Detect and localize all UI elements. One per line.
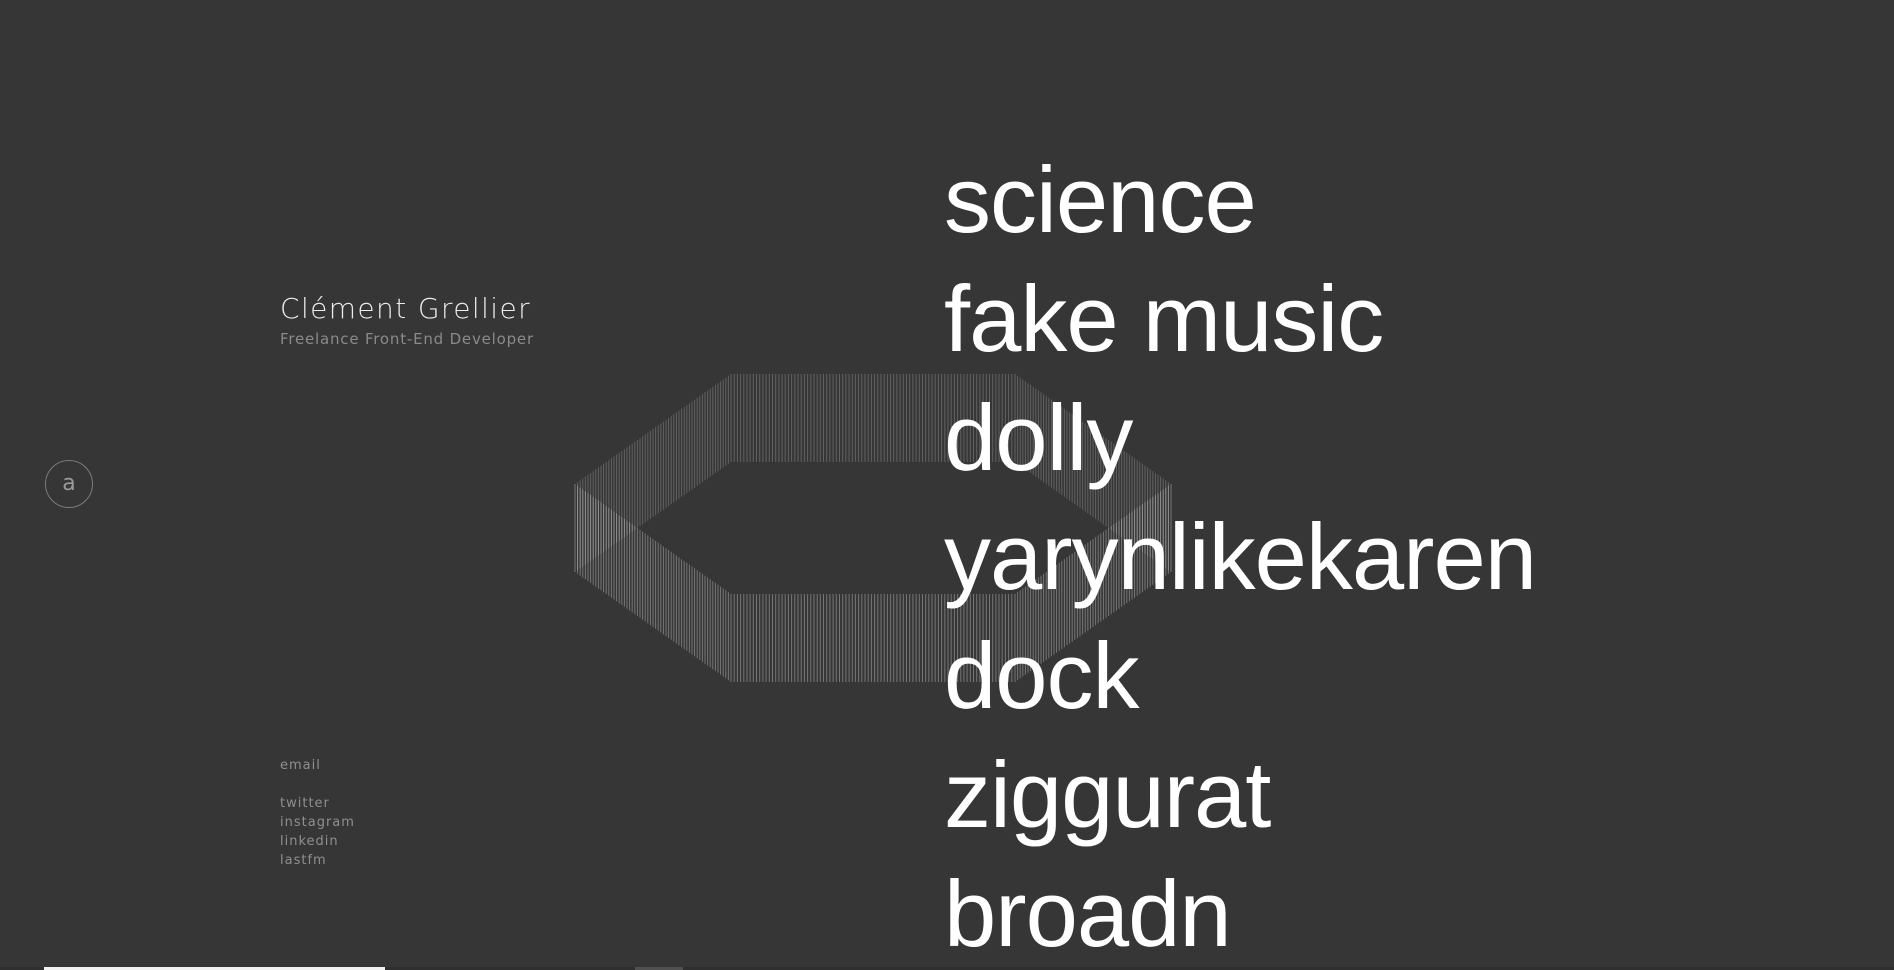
project-fake-music[interactable]: fake music bbox=[944, 259, 1536, 378]
project-science[interactable]: science bbox=[944, 140, 1536, 259]
project-broadn[interactable]: broadn bbox=[944, 854, 1536, 970]
identity: Clément Grellier Freelance Front-End Dev… bbox=[280, 290, 534, 348]
email-link[interactable]: email bbox=[280, 756, 355, 775]
project-yarynlikekaren[interactable]: yarynlikekaren bbox=[944, 497, 1537, 616]
project-list: science fake music dolly yarynlikekaren … bbox=[944, 140, 1537, 970]
author-role: Freelance Front-End Developer bbox=[280, 330, 534, 348]
links-spacer bbox=[280, 775, 355, 794]
author-name[interactable]: Clément Grellier bbox=[280, 290, 534, 328]
contact-links: email twitter instagram linkedin lastfm bbox=[280, 756, 355, 870]
linkedin-link[interactable]: linkedin bbox=[280, 832, 355, 851]
project-dock[interactable]: dock bbox=[944, 616, 1536, 735]
lastfm-link[interactable]: lastfm bbox=[280, 851, 355, 870]
about-button[interactable]: a bbox=[45, 460, 93, 508]
instagram-link[interactable]: instagram bbox=[280, 813, 355, 832]
twitter-link[interactable]: twitter bbox=[280, 794, 355, 813]
project-dolly[interactable]: dolly bbox=[944, 378, 1536, 497]
page: Clément Grellier Freelance Front-End Dev… bbox=[0, 0, 1894, 970]
project-ziggurat[interactable]: ziggurat bbox=[944, 735, 1536, 854]
